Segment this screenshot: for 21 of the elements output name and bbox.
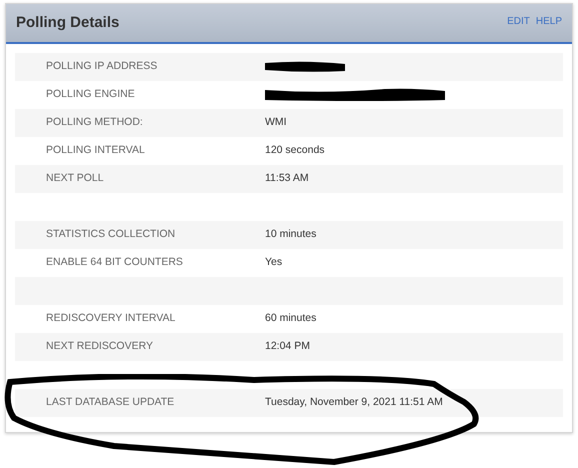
detail-label: REDISCOVERY INTERVAL bbox=[46, 311, 176, 326]
detail-label: POLLING METHOD: bbox=[46, 115, 144, 130]
detail-value: Yes bbox=[265, 255, 282, 270]
detail-label: LAST DATABASE UPDATE bbox=[46, 395, 176, 410]
detail-label: NEXT POLL bbox=[46, 171, 105, 186]
detail-value: 11:53 AM bbox=[265, 171, 309, 186]
header-link[interactable]: EDIT bbox=[507, 14, 530, 29]
detail-label: ENABLE 64 BIT COUNTERS bbox=[46, 255, 184, 270]
detail-label: POLLING IP ADDRESS bbox=[46, 59, 158, 74]
header-link[interactable]: HELP bbox=[536, 14, 562, 29]
detail-label: STATISTICS COLLECTION bbox=[46, 227, 176, 242]
detail-label: POLLING INTERVAL bbox=[46, 143, 146, 158]
detail-value: 12:04 PM bbox=[265, 339, 310, 354]
detail-value: 10 minutes bbox=[265, 227, 316, 242]
detail-label: POLLING ENGINE bbox=[46, 87, 136, 102]
detail-value: WMI bbox=[265, 115, 287, 130]
detail-value: Tuesday, November 9, 2021 11:51 AM bbox=[265, 395, 443, 410]
panel-title: Polling Details bbox=[16, 12, 120, 33]
detail-value: 60 minutes bbox=[265, 311, 316, 326]
detail-label: NEXT REDISCOVERY bbox=[46, 339, 154, 354]
detail-value: 120 seconds bbox=[265, 143, 325, 158]
